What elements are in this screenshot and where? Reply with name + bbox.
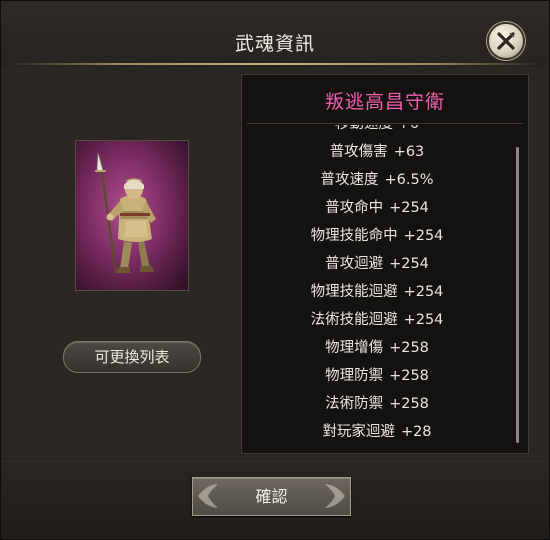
stat-row: 物理技能迴避 +254 — [242, 278, 512, 306]
stat-name: 法術防禦 — [325, 396, 384, 412]
character-portrait — [75, 140, 189, 291]
stat-value: +254 — [389, 200, 429, 216]
stat-row-partial: 移動速度 +6 — [242, 125, 512, 138]
spearman-character-portrait — [95, 152, 156, 274]
stat-value: +63 — [393, 144, 425, 160]
stat-row: 物理防禦 +258 — [242, 362, 512, 390]
soul-info-dialog: 武魂資訊 可更換列表 叛逃高昌守衛 普攻傷害 +63 普攻速度 +6.5% 普攻… — [0, 0, 550, 540]
ornament-right-icon — [325, 484, 345, 508]
stat-row: 普攻傷害 +63 — [242, 138, 512, 166]
swap-list-button[interactable]: 可更換列表 — [63, 341, 201, 373]
stat-row: 法術防禦 +258 — [242, 390, 512, 418]
stat-value: +254 — [403, 228, 444, 244]
confirm-label: 確認 — [255, 487, 288, 506]
stat-row: 普攻命中 +254 — [242, 194, 512, 222]
stat-value: +254 — [403, 312, 444, 328]
stat-row: 普攻速度 +6.5% — [242, 166, 512, 194]
stat-name: 普攻傷害 — [329, 144, 388, 160]
title-bar: 武魂資訊 — [1, 1, 549, 67]
footer-divider — [1, 461, 549, 462]
stat-name: 普攻迴避 — [325, 256, 384, 272]
stat-name: 物理技能迴避 — [310, 284, 398, 300]
stat-value: +254 — [403, 284, 444, 300]
stat-name: 物理增傷 — [325, 340, 384, 356]
stat-name: 物理技能命中 — [310, 228, 398, 244]
stat-value: +258 — [389, 340, 429, 356]
stat-name: 普攻命中 — [325, 200, 384, 216]
stat-row: 法術技能迴避 +254 — [242, 306, 512, 334]
dialog-title: 武魂資訊 — [234, 33, 315, 55]
stat-name: 對玩家迴避 — [322, 424, 395, 440]
stat-value: +258 — [389, 368, 429, 384]
stat-row: 普攻迴避 +254 — [242, 250, 512, 278]
close-x-icon — [497, 32, 515, 50]
stat-value: +28 — [400, 424, 432, 440]
name-divider — [247, 123, 523, 124]
title-divider — [9, 63, 541, 65]
soul-name: 叛逃高昌守衛 — [324, 91, 445, 113]
stats-scroll-area[interactable]: 移動速度 +6 普攻傷害 +63 普攻速度 +6.5%普攻命中 +254 物理技能命中 +2… — [242, 125, 512, 450]
stat-value: +6.5% — [384, 172, 434, 188]
stats-panel: 叛逃高昌守衛 移動速度 +6 普攻傷害+63普攻速度+6.5%普攻命中+254物… — [241, 74, 529, 454]
stat-value: +254 — [389, 256, 429, 272]
ornament-left-icon — [198, 484, 218, 508]
confirm-button[interactable]: 確認 — [192, 477, 351, 516]
stat-row: 物理增傷 +258 — [242, 334, 512, 362]
stats-list: 移動速度 +6 普攻傷害 +63 普攻速度 +6.5%普攻命中 +254 物理技能命中 +2… — [242, 125, 512, 446]
close-button[interactable] — [487, 22, 525, 60]
stat-row: 對玩家迴避 +28 — [242, 418, 512, 446]
stat-name: 物理防禦 — [325, 368, 384, 384]
scrollbar-thumb[interactable] — [516, 147, 519, 443]
stat-row: 物理技能命中 +254 — [242, 222, 512, 250]
stat-value: +258 — [389, 396, 429, 412]
stat-name: 法術技能迴避 — [310, 312, 398, 328]
stat-name: 普攻速度 — [320, 172, 379, 188]
